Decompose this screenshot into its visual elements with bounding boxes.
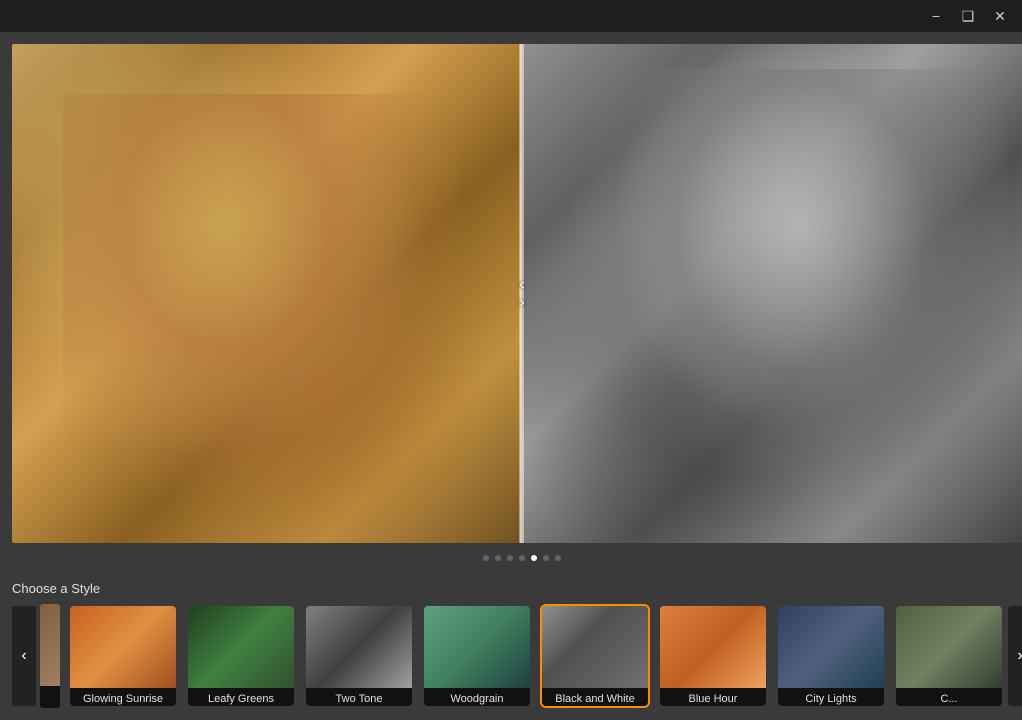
image-container: ‹ › — [12, 44, 1022, 543]
style-img-two-tone — [306, 606, 412, 688]
dot-7[interactable] — [555, 555, 561, 561]
image-panel: ‹ › Choose a Style ‹ — [0, 32, 1022, 720]
minimize-button[interactable]: − — [922, 4, 950, 28]
style-scroll: ‹ Glowing Sunrise Leafy Greens — [12, 604, 1022, 708]
style-label-leafy-greens: Leafy Greens — [188, 688, 294, 708]
style-item-blue-hour[interactable]: Blue Hour — [658, 604, 768, 708]
style-item-leafy-greens[interactable]: Leafy Greens — [186, 604, 296, 708]
person-overlay-right — [548, 69, 1007, 518]
style-label-two-tone: Two Tone — [306, 688, 412, 708]
style-label-city-lights: City Lights — [778, 688, 884, 708]
style-img-woodgrain — [424, 606, 530, 688]
style-img-black-and-white — [542, 606, 648, 688]
dot-2[interactable] — [495, 555, 501, 561]
image-before — [12, 44, 522, 543]
style-item-c[interactable]: C... — [894, 604, 1004, 708]
close-button[interactable]: ✕ — [986, 4, 1014, 28]
style-next-button[interactable]: › — [1008, 606, 1022, 706]
main-content: ‹ › Choose a Style ‹ — [0, 32, 1022, 720]
style-label-blue-hour: Blue Hour — [660, 688, 766, 708]
style-label-woodgrain: Woodgrain — [424, 688, 530, 708]
style-label-black-and-white: Black and White — [542, 688, 648, 708]
style-img-city-lights — [778, 606, 884, 688]
dot-5[interactable] — [531, 555, 537, 561]
style-label-c: C... — [896, 688, 1002, 708]
style-img-leafy-greens — [188, 606, 294, 688]
image-after — [522, 44, 1022, 543]
restore-button[interactable]: ❑ — [954, 4, 982, 28]
style-item-black-and-white[interactable]: Black and White — [540, 604, 650, 708]
style-item-partial[interactable] — [40, 604, 60, 708]
split-handle[interactable]: ‹ › — [520, 44, 524, 543]
titlebar: − ❑ ✕ — [0, 0, 1022, 32]
style-item-city-lights[interactable]: City Lights — [776, 604, 886, 708]
style-chooser: Choose a Style ‹ Glowing Sunrise — [12, 573, 1022, 708]
style-prev-button[interactable]: ‹ — [12, 606, 36, 706]
dot-6[interactable] — [543, 555, 549, 561]
style-img-c — [896, 606, 1002, 688]
dot-3[interactable] — [507, 555, 513, 561]
style-label-glowing-sunrise: Glowing Sunrise — [70, 688, 176, 708]
partial-img — [40, 604, 60, 686]
style-item-woodgrain[interactable]: Woodgrain — [422, 604, 532, 708]
style-items: Glowing Sunrise Leafy Greens Two Tone Wo… — [40, 604, 1004, 708]
style-img-blue-hour — [660, 606, 766, 688]
style-img-glowing-sunrise — [70, 606, 176, 688]
dot-1[interactable] — [483, 555, 489, 561]
dot-4[interactable] — [519, 555, 525, 561]
person-overlay-left — [63, 94, 471, 518]
image-split: ‹ › — [12, 44, 1022, 543]
style-chooser-label: Choose a Style — [12, 581, 1022, 596]
split-arrows[interactable]: ‹ › — [519, 276, 524, 312]
style-item-glowing-sunrise[interactable]: Glowing Sunrise — [68, 604, 178, 708]
partial-label — [40, 686, 60, 708]
image-dots — [12, 553, 1022, 563]
style-item-two-tone[interactable]: Two Tone — [304, 604, 414, 708]
